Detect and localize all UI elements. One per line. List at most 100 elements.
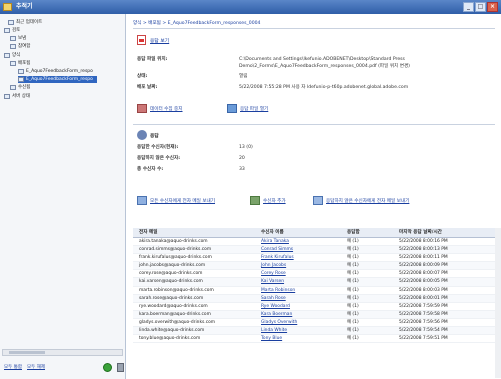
email-cell: linda.white@aquo-drinks.com	[139, 328, 205, 334]
email-icon	[313, 196, 323, 205]
minimize-button[interactable]: _	[463, 2, 474, 12]
stat-not-responded: 응답하지 않은 수신자: 20	[137, 155, 337, 163]
stop-collection-action[interactable]: 데이터 수집 중지	[137, 104, 183, 113]
responded-cell: 예 (1)	[347, 271, 359, 277]
table-row[interactable]: kai.varsen@aquo-drinks.com Kai Varsen 예 (1…	[133, 278, 497, 287]
sidebar-item-recent[interactable]: 최근 업데이트	[8, 19, 42, 26]
detail-key: 배포 날짜:	[137, 85, 158, 90]
stat-responded: 응답한 수신자(현재): 13 (0)	[137, 144, 337, 152]
folder-icon	[4, 53, 10, 58]
responded-cell: 예 (1)	[347, 311, 359, 317]
detail-location: 응답 파일 위치: C:\Documents and Settings\lkef…	[137, 56, 497, 72]
window-controls: _ □ ×	[463, 2, 498, 12]
status-green-icon[interactable]	[103, 362, 112, 372]
action-label[interactable]: 수신자 추가	[263, 198, 286, 204]
last-response-cell: 5/22/2008 8:00:09 PM	[399, 263, 448, 269]
maximize-button[interactable]: □	[475, 2, 486, 12]
sidebar: 최근 업데이트 검토 보냄 참여함 양식 배포됨 E_Aquo7Feedback…	[0, 14, 126, 379]
table-row[interactable]: kara.boerman@aquo-drinks.com Kara Boerman…	[133, 310, 497, 319]
responded-cell: 예 (1)	[347, 255, 359, 261]
column-header-email[interactable]: 전자 메일	[133, 228, 241, 237]
recipient-name-link[interactable]: Kara Boerman	[241, 311, 327, 318]
detail-value: C:\Documents and Settings\lkefunio.ADOBE…	[239, 57, 410, 69]
email-cell: akira.tanaka@aquo-drinks.com	[139, 239, 208, 244]
document-icon	[18, 77, 24, 82]
recipient-name-link[interactable]: Linda White	[241, 327, 327, 334]
recipient-name-link[interactable]: Marta Robinson	[241, 287, 327, 294]
recipient-name-link[interactable]: Kai Varsen	[241, 278, 327, 285]
open-response-link[interactable]: 응답 보기	[150, 37, 169, 44]
sidebar-item-label: 검토	[12, 28, 21, 33]
table-row[interactable]: rye.woodard@aquo-drinks.com Rye Woodard 예 …	[133, 303, 497, 311]
email-nonresponders-action[interactable]: 응답하지 않은 수신자에게 전자 메일 보내기	[313, 196, 409, 205]
sidebar-horizontal-scrollbar[interactable]	[2, 349, 123, 356]
column-header-name[interactable]: 수신자 이름	[241, 228, 327, 237]
release-all-link[interactable]: 모두 해제	[27, 364, 45, 370]
add-recipient-action[interactable]: 수신자 추가	[250, 196, 286, 205]
responded-cell: 예 (1)	[347, 336, 359, 342]
sidebar-item-label: 참여함	[18, 44, 31, 49]
table-row[interactable]: akira.tanaka@aquo-drinks.com Akira Tanaka…	[133, 238, 497, 247]
table-row[interactable]: corey.rose@aquo-drinks.com Corey Rose 예 (1…	[133, 270, 497, 279]
sidebar-item-label: E_Aquo7FeedbackForm_respo	[26, 69, 93, 74]
sidebar-item-sent[interactable]: 보냄	[10, 35, 26, 42]
table-row[interactable]: john.jacobs@aquo-drinks.com John Jacobs 예 …	[133, 262, 497, 271]
trash-icon[interactable]	[117, 362, 124, 372]
action-label[interactable]: 응답 파일 열기	[240, 106, 268, 112]
recipient-name-link[interactable]: Frank Kirufalus	[241, 254, 327, 261]
sidebar-item-review[interactable]: 검토	[4, 27, 20, 34]
table-row[interactable]: tony.blue@aquo-drinks.com Tony Blue 예 (1) 5…	[133, 335, 497, 344]
scrollbar-thumb[interactable]	[9, 351, 45, 354]
sidebar-item-distributed[interactable]: 배포됨	[10, 60, 30, 67]
table-row[interactable]: gladys.overwith@aquo-drinks.com Gladys Ov…	[133, 319, 497, 328]
last-response-cell: 5/22/2008 8:00:16 PM	[399, 239, 448, 244]
merge-all-link[interactable]: 모두 통합	[4, 364, 22, 370]
sidebar-item-received[interactable]: 수신됨	[10, 84, 30, 91]
recipient-name-link[interactable]: John Jacobs	[241, 262, 327, 269]
sidebar-item-form-a[interactable]: E_Aquo7FeedbackForm_respo	[18, 68, 93, 75]
table-row[interactable]: linda.white@aquo-drinks.com Linda White 예 …	[133, 327, 497, 336]
open-file-icon	[227, 104, 237, 113]
sidebar-item-server-status[interactable]: 서버 상태	[4, 93, 30, 100]
column-header-date[interactable]: 마지막 응답 날짜/시간	[385, 228, 497, 237]
main-panel: 양식 > 배포됨 > E_Aquo7FeedbackForm_responses…	[127, 14, 501, 379]
recipient-name-link[interactable]: Tony Blue	[241, 335, 327, 342]
responded-cell: 예 (1)	[347, 279, 359, 285]
close-button[interactable]: ×	[487, 2, 498, 12]
last-response-cell: 5/22/2008 8:00:03 PM	[399, 287, 448, 293]
recipient-name-link[interactable]: Akira Tanaka	[241, 238, 327, 245]
breadcrumb[interactable]: 양식 > 배포됨 > E_Aquo7FeedbackForm_responses…	[133, 20, 260, 26]
detail-value: 열림	[239, 74, 248, 79]
sidebar-item-label: 서버 상태	[12, 94, 30, 99]
recipient-name-link[interactable]: Rye Woodard	[241, 303, 327, 310]
action-label[interactable]: 응답하지 않은 수신자에게 전자 메일 보내기	[326, 198, 409, 204]
recipient-name-link[interactable]: Conrad Simms	[241, 246, 327, 253]
email-all-action[interactable]: 모든 수신자에게 전자 메일 보내기	[137, 196, 215, 205]
responded-cell: 예 (1)	[347, 303, 359, 309]
column-header-responded[interactable]: 응답함	[327, 228, 385, 237]
email-icon	[137, 196, 147, 205]
open-response-file[interactable]: 응답 보기	[137, 35, 169, 45]
sidebar-item-joined[interactable]: 참여함	[10, 43, 30, 50]
sidebar-item-label: 배포됨	[18, 61, 31, 66]
recipient-name-link[interactable]: Corey Rose	[241, 270, 327, 277]
sidebar-item-label: 최근 업데이트	[16, 20, 43, 25]
recipient-name-link[interactable]: Sarah Rose	[241, 295, 327, 302]
action-label[interactable]: 데이터 수집 중지	[150, 106, 183, 112]
table-row[interactable]: frank.kirufalus@aquo-drinks.com Frank Kir…	[133, 254, 497, 263]
recipient-name-link[interactable]: Gladys Overwith	[241, 319, 327, 326]
server-icon	[4, 94, 10, 99]
detail-value: 5/22/2008 7:55:28 PM 사용 자 ldefunio-p-t60…	[239, 85, 409, 90]
table-row[interactable]: conrad.simms@aquo-drinks.com Conrad Simms…	[133, 246, 497, 255]
last-response-cell: 5/22/2008 8:00:01 PM	[399, 295, 448, 301]
sidebar-item-forms[interactable]: 양식	[4, 52, 20, 59]
open-response-file-action[interactable]: 응답 파일 열기	[227, 104, 268, 113]
table-vertical-scrollbar[interactable]	[495, 228, 501, 378]
table-row[interactable]: marta.robinson@aquo-drinks.com Marta Robi…	[133, 287, 497, 295]
sidebar-item-form-b-selected[interactable]: E_Aquo7FeedbackForm_respo	[18, 76, 97, 83]
folder-icon	[10, 85, 16, 90]
action-label[interactable]: 모든 수신자에게 전자 메일 보내기	[150, 198, 215, 204]
table-row[interactable]: sarah.rose@aquo-drinks.com Sarah Rose 예 (1…	[133, 294, 497, 303]
sidebar-item-label: E_Aquo7FeedbackForm_respo	[26, 77, 93, 82]
table-header: 전자 메일 수신자 이름 응답함 마지막 응답 날짜/시간	[133, 228, 497, 238]
